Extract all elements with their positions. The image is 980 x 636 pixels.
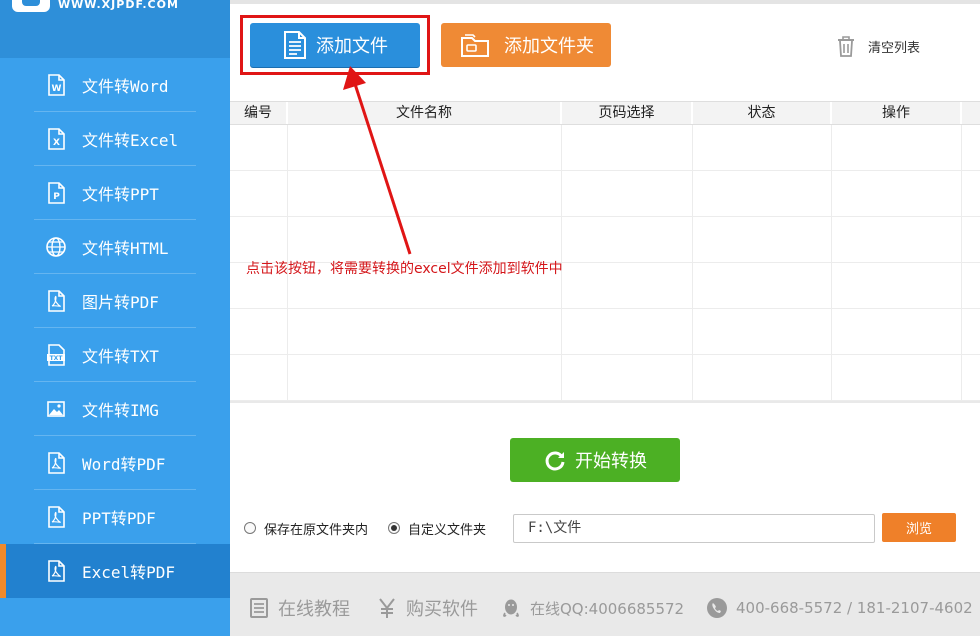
online-qq-label: 在线QQ:4006685572 bbox=[530, 599, 685, 618]
logo-bar: WWW.XJPDF.COM bbox=[0, 0, 230, 58]
sidebar-item-excel-to-pdf[interactable]: Excel转PDF bbox=[0, 544, 230, 598]
sidebar-item-label: PPT转PDF bbox=[82, 509, 156, 528]
column-header-number: 编号 bbox=[230, 102, 288, 124]
phone-icon bbox=[707, 598, 727, 618]
phone-label: 400-668-5572 / 181-2107-4602 bbox=[736, 599, 973, 617]
custom-folder-option[interactable]: 自定义文件夹 bbox=[388, 519, 486, 538]
pdf-file-icon bbox=[44, 289, 68, 313]
table-row bbox=[230, 125, 980, 171]
image-icon bbox=[44, 397, 68, 421]
file-table: 编号 文件名称 页码选择 状态 操作 bbox=[230, 101, 980, 403]
sidebar-item-label: 文件转IMG bbox=[82, 401, 159, 420]
clear-list-label: 清空列表 bbox=[868, 40, 921, 56]
sidebar-item-ppt-to-pdf[interactable]: PPT转PDF bbox=[0, 490, 230, 544]
online-tutorial-link[interactable]: 在线教程 bbox=[248, 595, 350, 621]
sidebar-item-label: 文件转Word bbox=[82, 77, 169, 96]
radio-save-original[interactable] bbox=[244, 522, 256, 534]
add-file-button[interactable]: 添加文件 bbox=[250, 23, 420, 67]
sidebar-item-label: 文件转TXT bbox=[82, 347, 159, 366]
column-header-page-range: 页码选择 bbox=[562, 102, 693, 124]
sidebar-item-label: Excel转PDF bbox=[82, 563, 176, 582]
tutorial-icon bbox=[250, 598, 268, 618]
sidebar-item-image-to-pdf[interactable]: 图片转PDF bbox=[0, 274, 230, 328]
sidebar-item-label: Word转PDF bbox=[82, 455, 166, 474]
annotation-text: 点击该按钮，将需要转换的excel文件添加到软件中 bbox=[246, 261, 563, 277]
sidebar-item-label: 文件转Excel bbox=[82, 131, 179, 150]
table-row bbox=[230, 217, 980, 263]
start-convert-label: 开始转换 bbox=[575, 451, 647, 472]
pdf-file-icon bbox=[44, 505, 68, 529]
main-panel: 添加文件 添加文件夹 清空列表 编号 文件名称 页码选择 状态 操作 点击该按钮… bbox=[230, 0, 980, 636]
sidebar-item-label: 文件转HTML bbox=[82, 239, 169, 258]
column-header-spacer bbox=[962, 102, 980, 124]
svg-text:P: P bbox=[53, 192, 60, 202]
sidebar-item-file-to-excel[interactable]: X 文件转Excel bbox=[0, 112, 230, 166]
column-header-status: 状态 bbox=[693, 102, 832, 124]
refresh-icon bbox=[545, 451, 565, 471]
buy-software-link[interactable]: 购买软件 bbox=[376, 595, 478, 621]
table-row bbox=[230, 309, 980, 355]
trash-icon bbox=[838, 36, 854, 57]
ppt-file-icon: P bbox=[44, 181, 68, 205]
sidebar-item-word-to-pdf[interactable]: Word转PDF bbox=[0, 436, 230, 490]
add-folder-button[interactable]: 添加文件夹 bbox=[441, 23, 611, 67]
add-file-label: 添加文件 bbox=[316, 36, 388, 57]
column-header-filename: 文件名称 bbox=[288, 102, 562, 124]
footer-bar: 在线教程 购买软件 在线QQ:4006685572 400-668-5572 /… bbox=[230, 572, 980, 636]
sidebar-item-file-to-word[interactable]: W 文件转Word bbox=[0, 58, 230, 112]
txt-file-icon: TXT bbox=[44, 343, 68, 367]
add-folder-label: 添加文件夹 bbox=[504, 36, 594, 57]
site-url: WWW.XJPDF.COM bbox=[58, 0, 179, 11]
save-original-option[interactable]: 保存在原文件夹内 bbox=[244, 519, 368, 538]
svg-text:W: W bbox=[52, 84, 62, 94]
table-row bbox=[230, 355, 980, 401]
sidebar-nav: W 文件转Word X 文件转Excel P 文件转PPT 文件转HTML 图片… bbox=[0, 58, 230, 598]
buy-software-label: 购买软件 bbox=[406, 599, 478, 620]
word-file-icon: W bbox=[44, 73, 68, 97]
radio-custom-folder[interactable] bbox=[388, 522, 401, 534]
logo-icon bbox=[12, 0, 50, 12]
browse-button[interactable]: 浏览 bbox=[882, 513, 956, 542]
online-qq-link[interactable]: 在线QQ:4006685572 bbox=[500, 597, 684, 619]
start-convert-button[interactable]: 开始转换 bbox=[510, 438, 680, 482]
sidebar-item-file-to-img[interactable]: 文件转IMG bbox=[0, 382, 230, 436]
sidebar-item-file-to-ppt[interactable]: P 文件转PPT bbox=[0, 166, 230, 220]
save-original-label: 保存在原文件夹内 bbox=[264, 522, 369, 538]
sidebar-item-file-to-html[interactable]: 文件转HTML bbox=[0, 220, 230, 274]
highlight-box: 添加文件 bbox=[240, 15, 430, 75]
online-tutorial-label: 在线教程 bbox=[278, 599, 350, 620]
folder-icon bbox=[461, 34, 489, 57]
sidebar: WWW.XJPDF.COM W 文件转Word X 文件转Excel P 文件转… bbox=[0, 0, 230, 636]
column-header-actions: 操作 bbox=[832, 102, 962, 124]
output-path-input[interactable]: F:\文件 bbox=[513, 514, 875, 543]
pdf-file-icon bbox=[44, 451, 68, 475]
sidebar-item-label: 文件转PPT bbox=[82, 185, 159, 204]
globe-icon bbox=[44, 235, 68, 259]
svg-text:X: X bbox=[53, 138, 60, 148]
excel-file-icon: X bbox=[44, 127, 68, 151]
table-row bbox=[230, 171, 980, 217]
yuan-icon bbox=[379, 598, 395, 618]
clear-list-button[interactable]: 清空列表 bbox=[836, 35, 920, 57]
document-icon bbox=[284, 31, 306, 59]
sidebar-item-label: 图片转PDF bbox=[82, 293, 159, 312]
phone-link[interactable]: 400-668-5572 / 181-2107-4602 bbox=[706, 597, 973, 619]
pdf-file-icon bbox=[44, 559, 68, 583]
qq-icon bbox=[503, 599, 519, 617]
sidebar-item-file-to-txt[interactable]: TXT 文件转TXT bbox=[0, 328, 230, 382]
svg-text:TXT: TXT bbox=[50, 355, 64, 362]
output-options: 保存在原文件夹内 自定义文件夹 bbox=[244, 514, 506, 542]
top-divider bbox=[230, 0, 980, 4]
table-header: 编号 文件名称 页码选择 状态 操作 bbox=[230, 101, 980, 125]
custom-folder-label: 自定义文件夹 bbox=[408, 522, 487, 538]
